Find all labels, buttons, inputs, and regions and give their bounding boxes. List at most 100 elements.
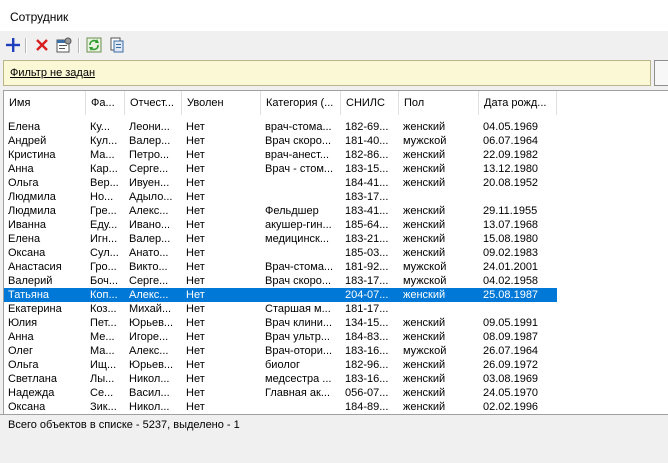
status-bar: Всего объектов в списке - 5237, выделено… [0,414,668,437]
filter-bar: Фильтр не задан [3,60,651,86]
table-row[interactable]: Анна Ме... Игоре... Нет Врач ультр... 184-83.… [4,330,557,344]
table-cell: медсестра ... [265,373,332,385]
table-cell: 183-41... [345,205,389,217]
table-cell: Никол... [129,401,170,413]
table-cell: Но... [90,191,114,203]
refresh-button[interactable] [85,36,103,54]
table-row[interactable]: Светлана Лы... Никол... Нет медсестра ... 183… [4,372,557,386]
column-header[interactable]: Дата рожд... [479,91,557,115]
table-cell: Сул... [90,247,119,259]
table-cell: женский [403,205,446,217]
table-cell: Оксана [8,247,46,259]
table-cell: Нет [186,233,205,245]
table-cell: женский [403,359,446,371]
table-cell: Нет [186,303,205,315]
table-cell [261,176,341,190]
table-cell: 08.09.1987 [483,331,539,343]
table-cell: Врач скоро... [265,135,332,147]
table-row[interactable]: Олег Ма... Алекс... Нет Врач-отори... 183-16.… [4,344,557,358]
table-cell: женский [403,163,446,175]
table-cell: женский [403,317,446,329]
table-row[interactable]: Анастасия Гро... Викто... Нет Врач-стома... 1… [4,260,557,274]
delete-button[interactable] [33,36,51,54]
table-cell: мужской [403,135,447,147]
table-row[interactable]: Иванна Еду... Ивано... Нет акушер-гин... 185-… [4,218,557,232]
table-cell: Надежда [8,387,55,399]
table-cell: 182-86... [345,149,389,161]
table-cell: Нет [186,191,205,203]
table-cell: Нет [186,247,205,259]
add-button[interactable] [4,36,22,54]
table-cell: Серге... [129,163,169,175]
table-row-selected[interactable]: Татьяна Коп... Алекс... Нет 204-07... женский… [4,288,557,302]
table-row[interactable]: Екатерина Коз... Михай... Нет Старшая м... 18… [4,302,557,316]
table-cell [261,400,341,414]
table-cell [479,190,557,204]
table-cell: Ольга [8,359,39,371]
table-cell [479,302,557,316]
column-header[interactable]: Пол [399,91,479,115]
filter-link[interactable]: Фильтр не задан [10,67,95,79]
table-cell: Нет [186,261,205,273]
table-row[interactable]: Ольга Вер... Ивуен... Нет 184-41... женский 20… [4,176,557,190]
table-cell: мужской [403,261,447,273]
table-cell: Коз... [90,303,117,315]
table-cell: Андрей [8,135,47,147]
table-cell: медицинск... [265,233,330,245]
table-cell: Лы... [90,373,115,385]
table-cell: Ивано... [129,219,171,231]
table-cell: 26.09.1972 [483,359,539,371]
properties-button[interactable] [55,36,73,54]
table-cell: 184-83... [345,331,389,343]
employee-table[interactable]: Имя Фа... Отчест... Уволен Категория (... СНИ… [3,90,668,415]
table-cell: 15.08.1980 [483,233,539,245]
export-icon [110,37,124,53]
table-cell: 181-92... [345,261,389,273]
column-header[interactable]: СНИЛС [341,91,399,115]
table-row[interactable]: Елена Ку... Леони... Нет врач-стома... 182-69… [4,120,557,134]
table-row[interactable]: Ольга Ищ... Юрьев... Нет биолог 182-96... женс… [4,358,557,372]
status-text: Всего объектов в списке - 5237, выделено… [8,419,240,431]
table-cell: Гре... [90,205,117,217]
table-row[interactable]: Елена Игн... Валер... Нет медицинск... 183-21… [4,232,557,246]
table-cell: женский [403,121,446,133]
properties-icon [56,37,72,53]
table-cell: Нет [186,373,205,385]
table-cell: Юрьев... [129,317,174,329]
table-cell: 181-17... [345,303,389,315]
table-cell: 26.07.1964 [483,345,539,357]
table-row[interactable]: Оксана Сул... Анато... Нет 185-03... женский 0… [4,246,557,260]
table-row[interactable]: Людмила Гре... Алекс... Нет Фельдшер 183-41..… [4,204,557,218]
table-cell: 183-16... [345,345,389,357]
table-cell: 13.07.1968 [483,219,539,231]
table-row[interactable]: Валерий Боч... Серге... Нет Врач скоро... 183… [4,274,557,288]
column-header[interactable]: Имя [4,91,86,115]
table-row[interactable]: Анна Кар... Серге... Нет Врач - стом... 183-1… [4,162,557,176]
export-button[interactable] [108,36,126,54]
column-header[interactable]: Фа... [86,91,125,115]
table-cell: Алекс... [129,289,169,301]
table-row[interactable]: Людмила Но... Адыло... Нет 183-17... [4,190,557,204]
table-cell: 29.11.1955 [483,205,538,217]
table-cell: биолог [265,359,300,371]
table-cell: 134-15... [345,317,389,329]
table-row[interactable]: Юлия Пет... Юрьев... Нет Врач клини... 134-15… [4,316,557,330]
table-row[interactable]: Кристина Ма... Петро... Нет врач-анест... 182… [4,148,557,162]
table-cell: женский [403,387,446,399]
filter-button[interactable] [654,60,668,86]
table-cell: Боч... [90,275,118,287]
table-row[interactable]: Надежда Се... Васил... Нет Главная ак... 056-… [4,386,557,400]
table-cell: Алекс... [129,345,169,357]
table-cell: женский [403,331,446,343]
column-header[interactable]: Уволен [182,91,261,115]
table-row[interactable]: Андрей Кул... Валер... Нет Врач скоро... 181-… [4,134,557,148]
column-header[interactable]: Отчест... [125,91,182,115]
table-cell: Анастасия [8,261,62,273]
column-header[interactable]: Категория (... [261,91,341,115]
table-row[interactable]: Оксана Зик... Никол... Нет 184-89... женский 0… [4,400,557,414]
table-cell: Нет [186,275,205,287]
table-cell: Людмила [8,191,56,203]
table-cell: 02.02.1996 [483,401,539,413]
table-cell: Алекс... [129,205,169,217]
table-cell: Нет [186,219,205,231]
